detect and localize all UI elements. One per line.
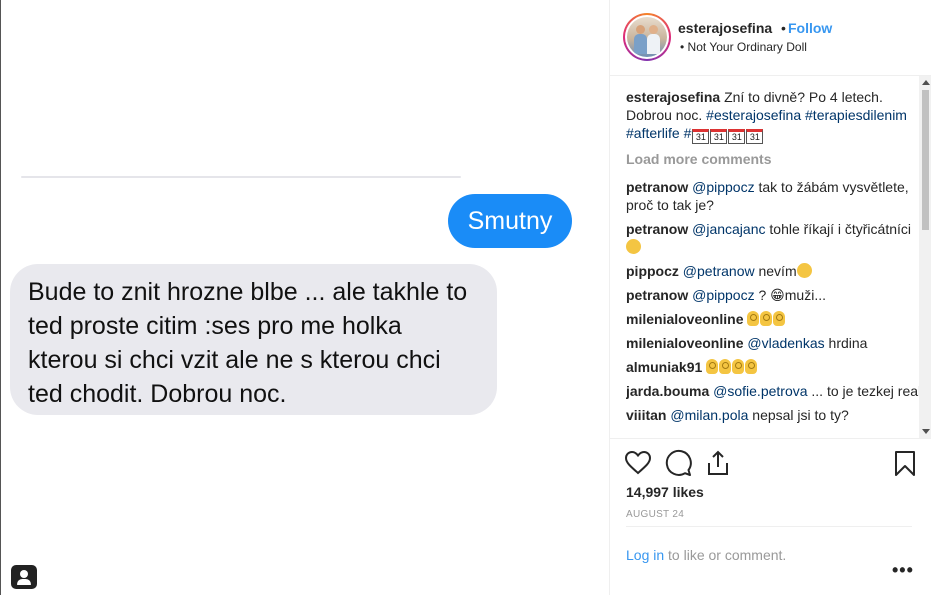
- hashtag[interactable]: #: [684, 125, 692, 141]
- comment-bubble-icon[interactable]: [664, 449, 692, 477]
- ok-hand-emoji-icon: [732, 359, 745, 374]
- comment-mention[interactable]: @vladenkas: [747, 335, 824, 351]
- thinking-emoji-icon: [796, 263, 812, 278]
- comment: pippocz @petranow nevím: [626, 262, 922, 280]
- comment-username[interactable]: milenialoveonline: [626, 335, 743, 351]
- like-heart-icon[interactable]: [624, 449, 652, 477]
- comment-username[interactable]: jarda.bouma: [626, 383, 709, 399]
- ok-hand-emoji-icon: [747, 311, 760, 326]
- message-line: ted proste citim :ses pro me holka: [28, 312, 402, 340]
- comment-username[interactable]: petranow: [626, 221, 688, 237]
- likes-count[interactable]: 14,997 likes: [626, 484, 704, 500]
- login-prompt-text: to like or comment.: [664, 547, 787, 563]
- comment-username[interactable]: viiitan: [626, 407, 666, 423]
- calendar-icon: 31: [746, 129, 764, 144]
- comment: petranow @pippocz ? 😁muži...: [626, 286, 922, 304]
- message-line: ted chodit. Dobrou noc.: [28, 380, 287, 408]
- action-bar: [610, 438, 931, 478]
- scroll-up-arrow-icon[interactable]: [922, 80, 930, 85]
- comment-mention[interactable]: @pippocz: [692, 179, 754, 195]
- hashtag[interactable]: #afterlife: [626, 125, 680, 141]
- ok-hand-emoji-icon: [719, 359, 732, 374]
- location-text[interactable]: Not Your Ordinary Doll: [688, 40, 807, 54]
- comment-text: ? 😁muži...: [758, 287, 826, 303]
- ok-hand-emoji-icon: [760, 311, 773, 326]
- message-line: Bude to znit hrozne blbe ... ale takhle …: [28, 278, 468, 306]
- comment-text: nepsal jsi to ty?: [752, 407, 849, 423]
- hashtag[interactable]: #terapiesdilenim: [805, 107, 907, 123]
- ok-hand-emoji-icon: [773, 311, 786, 326]
- comment: petranow @pippocz tak to žábám vysvětlet…: [626, 178, 922, 214]
- avatar[interactable]: [623, 13, 671, 61]
- comment-mention[interactable]: @milan.pola: [670, 407, 748, 423]
- comment-mention[interactable]: @jancajanc: [692, 221, 765, 237]
- comment-text: tohle říkají i čtyřicátníci: [769, 221, 911, 237]
- ok-hand-emoji-icon: [745, 359, 758, 374]
- comment-username[interactable]: petranow: [626, 179, 688, 195]
- comment-text: hrdina: [828, 335, 868, 351]
- user-tag-icon[interactable]: [11, 565, 37, 589]
- caption-username[interactable]: esterajosefina: [626, 89, 720, 105]
- chat-divider: [21, 176, 461, 178]
- divider: [626, 526, 912, 527]
- comments-scrollbar[interactable]: [919, 76, 931, 438]
- comment: viiitan @milan.pola nepsal jsi to ty?: [626, 406, 922, 424]
- sent-message-bubble: Smutny: [448, 194, 572, 248]
- comment: milenialoveonline @vladenkas hrdina: [626, 334, 922, 352]
- scrollbar-thumb[interactable]: [922, 90, 929, 230]
- post-photo[interactable]: Smutny Bude to znit hrozne blbe ... ale …: [0, 0, 610, 595]
- calendar-icon: 31: [692, 129, 710, 144]
- calendar-icon: 31: [728, 129, 746, 144]
- comment-username[interactable]: milenialoveonline: [626, 311, 743, 327]
- follow-button[interactable]: Follow: [788, 20, 832, 36]
- hashtag[interactable]: #esterajosefina: [706, 107, 801, 123]
- comment-mention[interactable]: @petranow: [683, 263, 755, 279]
- calendar-icon: 31: [710, 129, 728, 144]
- ok-hand-emoji-icon: [706, 359, 719, 374]
- location-label[interactable]: • Not Your Ordinary Doll: [680, 40, 807, 54]
- caption: esterajosefina Zní to divně? Po 4 letech…: [626, 88, 922, 144]
- post-sidebar: esterajosefina • Follow • Not Your Ordin…: [609, 0, 931, 595]
- post-date[interactable]: AUGUST 24: [626, 509, 684, 520]
- scroll-down-arrow-icon[interactable]: [922, 429, 930, 434]
- post-header: esterajosefina • Follow • Not Your Ordin…: [610, 0, 931, 76]
- comment: petranow @jancajanc tohle říkají i čtyři…: [626, 220, 922, 256]
- comment: almuniak91: [626, 358, 922, 376]
- comment-text: nevím: [758, 263, 797, 279]
- comment-username[interactable]: petranow: [626, 287, 688, 303]
- comments-list: esterajosefina Zní to divně? Po 4 letech…: [626, 88, 922, 436]
- comment-username[interactable]: pippocz: [626, 263, 679, 279]
- share-icon[interactable]: [704, 449, 732, 477]
- chat-screenshot: Smutny Bude to znit hrozne blbe ... ale …: [1, 0, 610, 595]
- load-more-comments-button[interactable]: Load more comments: [626, 150, 922, 168]
- header-username[interactable]: esterajosefina: [678, 20, 772, 36]
- comment-text: ... to je tezkej real: [811, 383, 922, 399]
- comment-mention[interactable]: @sofie.petrova: [713, 383, 807, 399]
- header-separator: •: [781, 20, 786, 36]
- comment: milenialoveonline: [626, 310, 922, 328]
- message-line: kterou si chci vzit ale ne s kterou chci: [28, 346, 441, 374]
- smile-emoji-icon: [626, 239, 641, 254]
- login-prompt: Log in to like or comment.: [626, 547, 786, 563]
- comment-mention[interactable]: @pippocz: [692, 287, 754, 303]
- bookmark-icon[interactable]: [891, 449, 919, 477]
- comment: jarda.bouma @sofie.petrova ... to je tez…: [626, 382, 922, 400]
- login-link[interactable]: Log in: [626, 547, 664, 563]
- comment-username[interactable]: almuniak91: [626, 359, 702, 375]
- more-options-icon[interactable]: •••: [892, 560, 914, 581]
- received-message-bubble: Bude to znit hrozne blbe ... ale takhle …: [10, 264, 497, 415]
